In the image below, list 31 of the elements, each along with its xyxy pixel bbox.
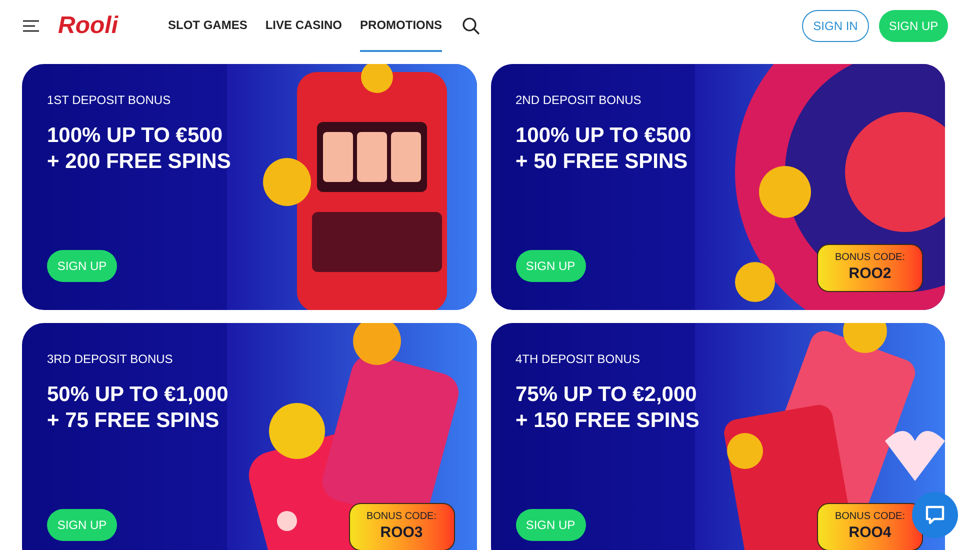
- sign-in-button[interactable]: SIGN IN: [802, 10, 869, 42]
- bonus-eyebrow: 2ND DEPOSIT BONUS: [516, 92, 642, 109]
- bonus-eyebrow: 1ST DEPOSIT BONUS: [47, 92, 172, 109]
- sign-up-button[interactable]: SIGN UP: [516, 509, 586, 541]
- bonus-headline: + 200 FREE SPINS: [47, 149, 232, 175]
- code-value: ROO4: [848, 524, 892, 543]
- bonus-eyebrow: 3RD DEPOSIT BONUS: [47, 351, 174, 368]
- code-label: BONUS CODE:: [834, 252, 905, 265]
- bonus-headline: + 75 FREE SPINS: [47, 408, 220, 434]
- sign-up-button[interactable]: SIGN UP: [47, 250, 117, 282]
- bonus-headline: 100% UP TO €500: [516, 123, 692, 149]
- sign-up-button[interactable]: SIGN UP: [879, 10, 948, 42]
- bonus-headline: 100% UP TO €500: [47, 123, 224, 149]
- bonus-eyebrow: 4TH DEPOSIT BONUS: [516, 351, 641, 368]
- sign-up-button[interactable]: SIGN UP: [516, 250, 586, 282]
- bonus-headline: 75% UP TO €2,000: [516, 382, 698, 408]
- logo[interactable]: Rooli: [58, 8, 118, 44]
- code-label: BONUS CODE:: [834, 511, 905, 524]
- bonus-headline: + 50 FREE SPINS: [516, 149, 689, 175]
- menu-icon[interactable]: [22, 19, 40, 33]
- code-value: ROO2: [848, 264, 892, 284]
- nav-tab[interactable]: PROMOTIONS: [360, 0, 442, 52]
- sign-up-button[interactable]: SIGN UP: [47, 509, 117, 541]
- search-icon[interactable]: [462, 17, 480, 35]
- nav-tab[interactable]: SLOT GAMES: [168, 0, 248, 52]
- bonus-headline: + 150 FREE SPINS: [516, 408, 700, 434]
- code-label: BONUS CODE:: [366, 511, 436, 524]
- bonus-headline: 50% UP TO €1,000: [47, 382, 230, 408]
- nav-tab[interactable]: LIVE CASINO: [265, 0, 342, 52]
- code-value: ROO3: [380, 524, 423, 543]
- chat-icon: [924, 504, 946, 526]
